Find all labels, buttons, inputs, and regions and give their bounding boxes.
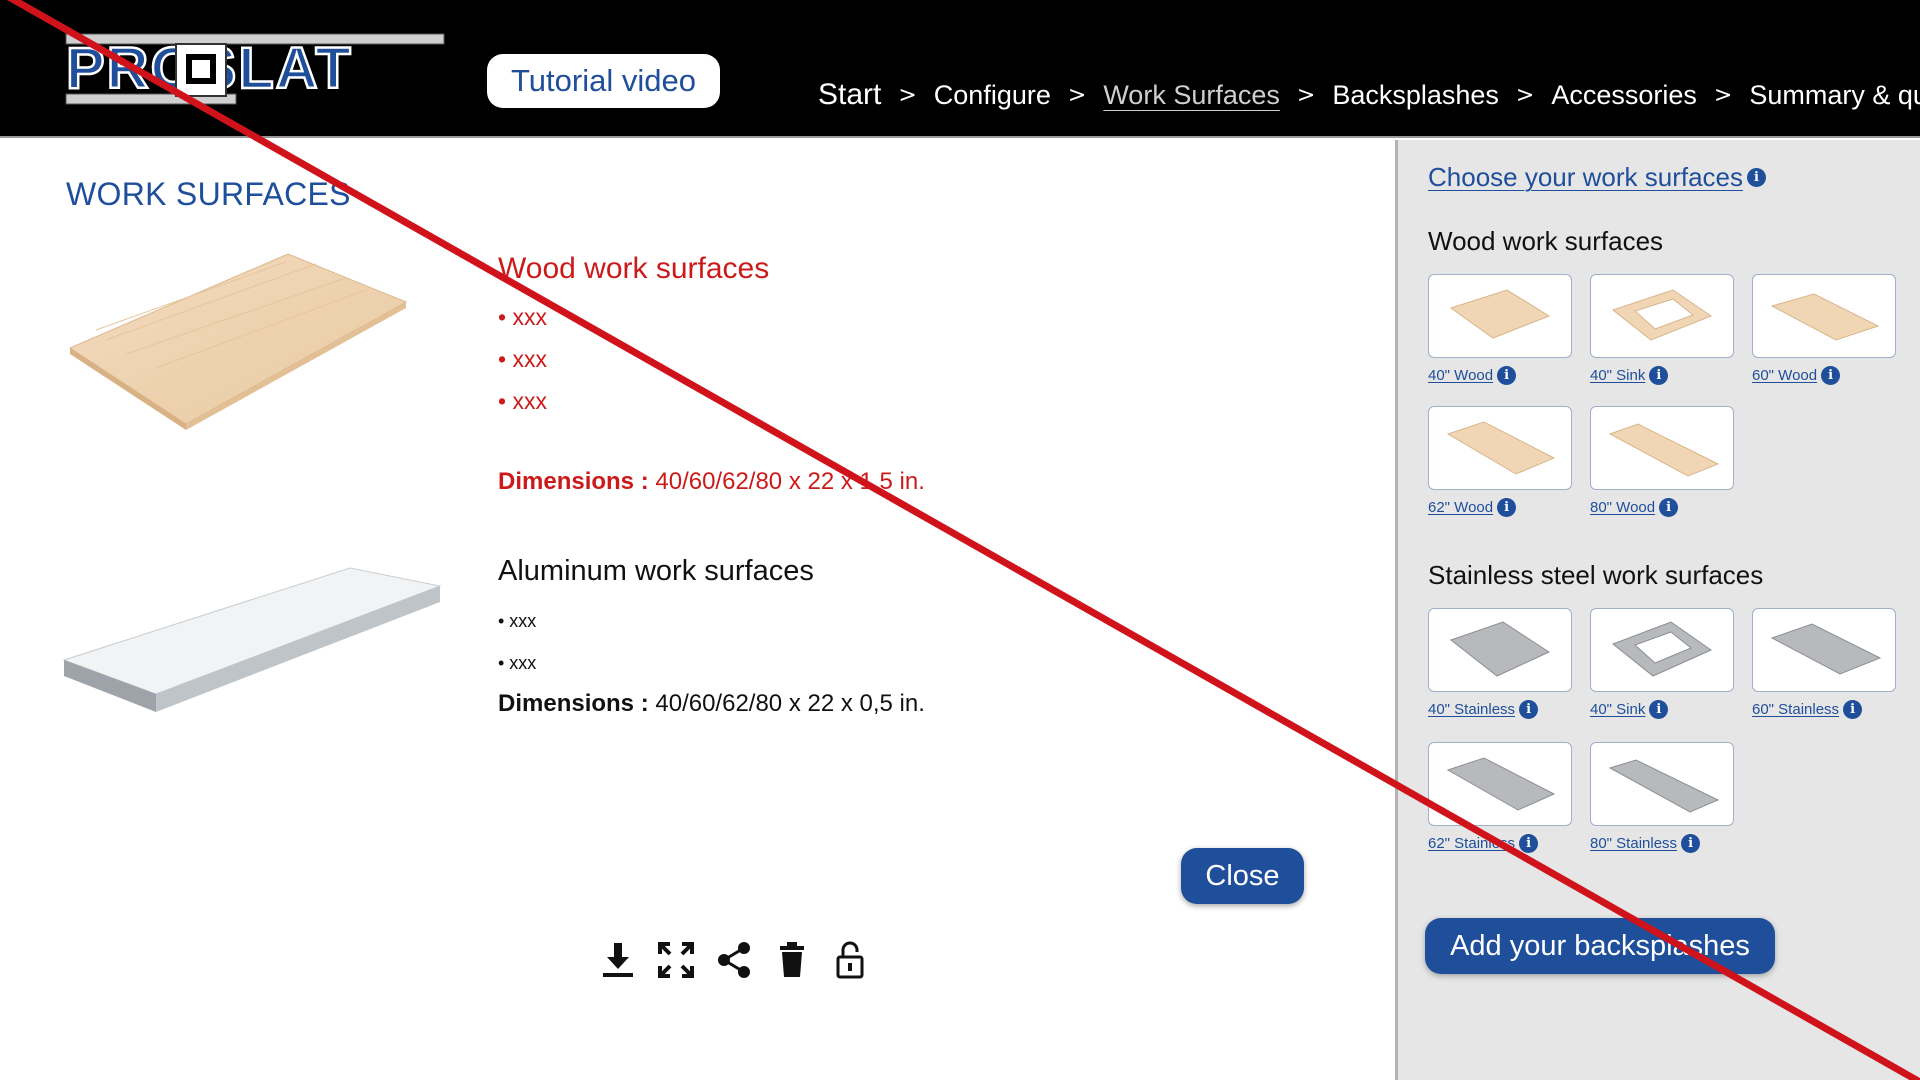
option-thumbnail[interactable] [1590,274,1734,358]
trash-icon[interactable] [772,940,812,980]
list-item: • xxx [498,388,547,414]
breadcrumb-accessories[interactable]: Accessories [1551,80,1697,111]
breadcrumb-work-surfaces[interactable]: Work Surfaces [1103,80,1280,111]
info-icon[interactable]: i [1519,700,1539,719]
option-label[interactable]: 80" Wood i [1590,498,1734,517]
info-icon[interactable]: i [1659,498,1679,517]
stainless-section-title: Stainless steel work surfaces [1428,560,1764,590]
option-label-text: 62" Stainless [1428,835,1516,852]
info-icon[interactable]: i [1821,366,1841,385]
toolbar [598,940,870,980]
aluminum-description: Aluminum work surfaces • xxx • xxx [498,555,814,684]
list-item: • xxx [498,346,547,372]
option-60-stainless: 60" Stainless i [1752,608,1896,719]
breadcrumb: Start > Configure > Work Surfaces > Back… [818,72,1920,118]
add-backsplashes-button[interactable]: Add your backsplashes [1425,918,1775,974]
option-thumbnail[interactable] [1428,742,1572,826]
info-icon[interactable]: i [1747,168,1767,187]
option-label[interactable]: 40" Wood i [1428,366,1572,385]
option-label-text: 40" Sink [1590,367,1646,384]
option-label-text: 40" Sink [1590,701,1646,718]
option-label-text: 60" Wood [1752,367,1818,384]
option-label[interactable]: 60" Wood i [1752,366,1896,385]
option-label-text: 80" Stainless [1590,835,1678,852]
option-thumbnail[interactable] [1590,742,1734,826]
wood-section-title: Wood work surfaces [1428,226,1664,256]
top-header: PROSLAT Tutorial video Start > Configure… [0,0,1920,138]
option-80-wood: 80" Wood i [1590,406,1734,517]
option-60-wood: 60" Wood i [1752,274,1896,385]
wood-surface-image [68,253,408,430]
wood-dimensions: Dimensions : 40/60/62/80 x 22 x 1,5 in. [498,468,925,496]
option-label-text: 80" Wood [1590,499,1656,516]
dimensions-value: 40/60/62/80 x 22 x 1,5 in. [648,468,925,495]
info-icon[interactable]: i [1649,700,1669,719]
chevron-right-icon: > [1713,82,1733,108]
option-thumbnail[interactable] [1428,608,1572,692]
option-thumbnail[interactable] [1428,274,1572,358]
breadcrumb-summary-quote[interactable]: Summary & quote [1749,80,1920,111]
dimensions-label: Dimensions : [498,468,649,495]
option-thumbnail[interactable] [1752,608,1896,692]
option-label-text: 40" Wood [1428,367,1494,384]
aluminum-surface-image [62,567,442,712]
choose-work-surfaces-link[interactable]: Choose your work surfaces i [1428,162,1767,193]
option-label-text: 40" Stainless [1428,701,1516,718]
aluminum-dimensions: Dimensions : 40/60/62/80 x 22 x 0,5 in. [498,690,925,718]
option-thumbnail[interactable] [1590,608,1734,692]
chevron-right-icon: > [1296,82,1316,108]
list-item: • xxx [498,304,547,330]
dimensions-value: 40/60/62/80 x 22 x 0,5 in. [648,690,925,717]
tutorial-video-button[interactable]: Tutorial video [487,54,720,108]
fullscreen-icon[interactable] [656,940,696,980]
option-label[interactable]: 80" Stainless i [1590,834,1734,853]
option-40-stainless: 40" Stainless i [1428,608,1572,719]
configurator-sidebar: Choose your work surfaces i Wood work sur… [1395,140,1920,1080]
chevron-right-icon: > [898,82,917,108]
option-62-wood: 62" Wood i [1428,406,1572,517]
option-40-stainless-sink: 40" Sink i [1590,608,1734,719]
option-thumbnail[interactable] [1590,406,1734,490]
info-icon[interactable]: i [1649,366,1669,385]
option-label[interactable]: 62" Wood i [1428,498,1572,517]
option-40-wood: 40" Wood i [1428,274,1572,385]
aluminum-title: Aluminum work surfaces [498,555,814,587]
info-icon[interactable]: i [1497,366,1517,385]
option-label-text: 62" Wood [1428,499,1494,516]
list-item: • xxx [498,653,537,673]
dimensions-label: Dimensions : [498,690,649,717]
breadcrumb-start[interactable]: Start [818,78,881,112]
option-thumbnail[interactable] [1428,406,1572,490]
list-item: • xxx [498,611,537,631]
close-button[interactable]: Close [1181,848,1304,904]
option-40-sink: 40" Sink i [1590,274,1734,385]
option-80-stainless: 80" Stainless i [1590,742,1734,853]
chevron-right-icon: > [1515,82,1535,108]
option-label-text: 60" Stainless [1752,701,1840,718]
lock-open-icon[interactable] [830,940,870,980]
main-panel: WORK SURFACES Wood work surfaces • xxx •… [0,140,1395,1080]
download-icon[interactable] [598,940,638,980]
option-label[interactable]: 40" Sink i [1590,366,1734,385]
option-62-stainless: 62" Stainless i [1428,742,1572,853]
option-label[interactable]: 40" Sink i [1590,700,1734,719]
breadcrumb-backsplashes[interactable]: Backsplashes [1332,80,1499,111]
proslat-logo[interactable]: PROSLAT [64,30,448,110]
page-title: WORK SURFACES [66,176,351,212]
option-label[interactable]: 62" Stainless i [1428,834,1572,853]
sidebar-heading-label: Choose your work surfaces [1428,162,1744,192]
option-thumbnail[interactable] [1752,274,1896,358]
chevron-right-icon: > [1067,82,1087,108]
info-icon[interactable]: i [1497,498,1517,517]
info-icon[interactable]: i [1843,700,1863,719]
info-icon[interactable]: i [1519,834,1539,853]
wood-title: Wood work surfaces [498,252,770,285]
option-label[interactable]: 40" Stainless i [1428,700,1572,719]
share-icon[interactable] [714,940,754,980]
option-label[interactable]: 60" Stainless i [1752,700,1896,719]
wood-description: Wood work surfaces • xxx • xxx • xxx [498,252,769,422]
breadcrumb-configure[interactable]: Configure [934,80,1051,111]
info-icon[interactable]: i [1681,834,1701,853]
